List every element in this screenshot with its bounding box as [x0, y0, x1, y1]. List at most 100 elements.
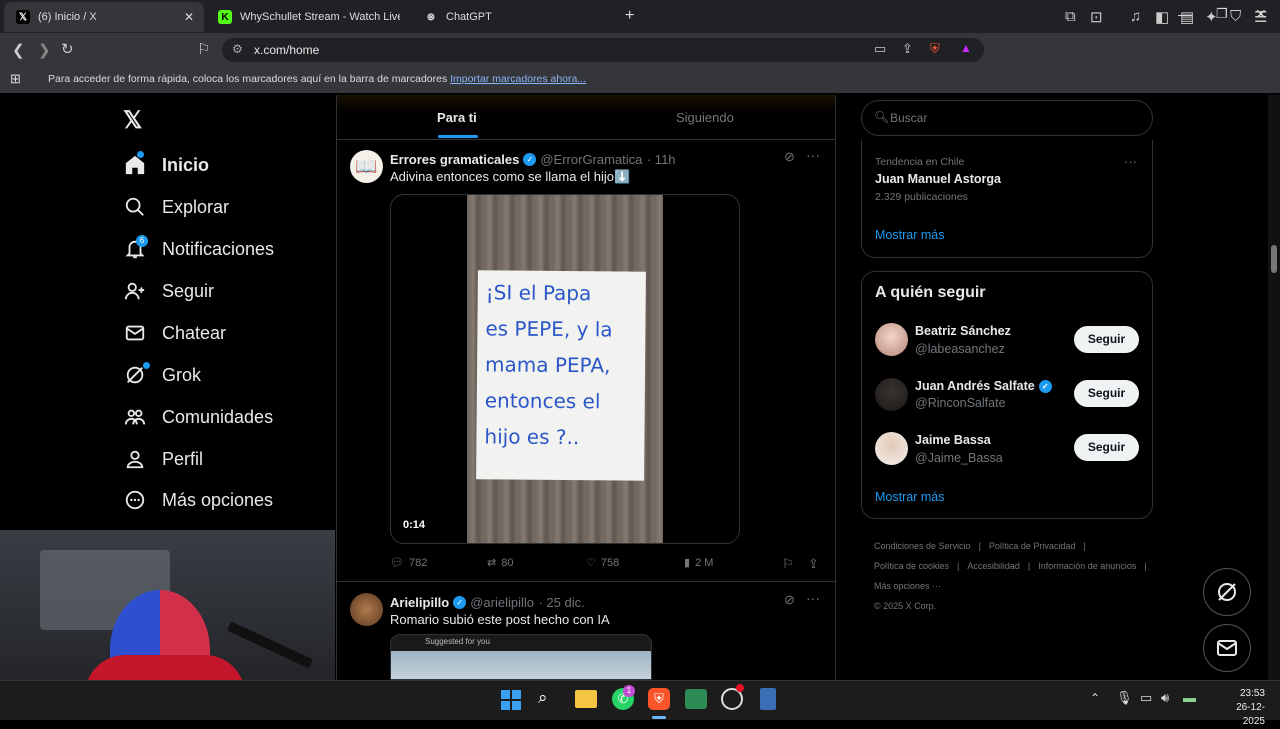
show-more-link[interactable]: Mostrar más: [875, 228, 944, 242]
avatar[interactable]: [350, 593, 383, 626]
sidebar-item-chatear[interactable]: Chatear: [123, 318, 226, 348]
tab-chatgpt[interactable]: ⊛ ChatGPT: [412, 2, 612, 32]
menu-icon[interactable]: ☰: [1254, 8, 1267, 26]
suggestion-name[interactable]: Beatriz Sánchez: [915, 324, 1011, 338]
tweet-time[interactable]: · 25 dic.: [538, 595, 584, 610]
suggestion-name[interactable]: Jaime Bassa: [915, 433, 991, 447]
search-icon[interactable]: ⌕: [538, 688, 548, 708]
author-handle[interactable]: @arielipillo: [470, 595, 534, 610]
suggestion-name[interactable]: Juan Andrés Salfate: [915, 379, 1035, 393]
extensions-icon[interactable]: ⧉: [1065, 8, 1076, 25]
trend-name[interactable]: Juan Manuel Astorga: [875, 172, 1001, 186]
bookmark-tweet-icon[interactable]: ⚐: [782, 556, 794, 572]
bookmark-icon[interactable]: ⚐: [197, 40, 210, 58]
import-bookmarks-link[interactable]: Importar marcadores ahora...: [450, 73, 586, 85]
follow-button[interactable]: Seguir: [1074, 434, 1139, 461]
tab-para-ti[interactable]: Para ti: [437, 110, 477, 125]
more-options-icon[interactable]: ···: [806, 590, 820, 606]
back-icon[interactable]: ❮: [12, 41, 25, 59]
address-bar[interactable]: ⚙ x.com/home ▭ ⇪ ⛨ ▲: [222, 38, 984, 62]
trend-more-icon[interactable]: ···: [1124, 154, 1137, 169]
reply-button[interactable]: 💬︎ 782: [390, 556, 427, 570]
volume-icon[interactable]: 🔊︎: [1161, 690, 1169, 706]
footer-more-options[interactable]: Más opciones ···: [874, 576, 941, 596]
search-box[interactable]: 🔍︎ Buscar: [861, 100, 1153, 136]
network-icon[interactable]: ▭: [1140, 690, 1152, 706]
battery-icon[interactable]: ▬: [1183, 690, 1196, 705]
grok-explain-icon[interactable]: ⊘: [784, 149, 795, 165]
retweet-button[interactable]: ⇄ 80: [487, 556, 513, 570]
windows-start-icon[interactable]: [501, 690, 521, 710]
leo-icon[interactable]: ✦: [1205, 8, 1218, 26]
sidebar-icon[interactable]: ◧: [1155, 8, 1169, 26]
sidebar-item-perfil[interactable]: Perfil: [123, 444, 203, 474]
tab-siguiendo[interactable]: Siguiendo: [676, 110, 734, 125]
sidebar-item-label: Notificaciones: [162, 238, 275, 259]
search-icon: 🔍︎: [874, 110, 890, 124]
grok-explain-icon[interactable]: ⊘: [784, 592, 795, 608]
reload-icon[interactable]: ↻: [61, 40, 74, 58]
cast-icon[interactable]: ▭: [874, 41, 886, 57]
taskbar: ⌕ ✆ 1 ⛨ ⌃ 🎙︎ ▭ 🔊︎ ▬ 23:53 26-12-2025: [0, 680, 1280, 727]
tweet-image[interactable]: Suggested for you: [390, 634, 652, 680]
calculator-icon[interactable]: [760, 688, 776, 710]
close-tab-icon[interactable]: ✕: [184, 10, 194, 24]
footer-cookies[interactable]: Política de cookies: [874, 556, 949, 576]
suggestion-handle[interactable]: @labeasanchez: [915, 342, 1005, 356]
wallet-icon[interactable]: ▤: [1180, 8, 1194, 26]
brave-shield-icon[interactable]: ⛨: [930, 41, 940, 57]
sidebar-item-inicio[interactable]: Inicio: [123, 150, 209, 180]
sidebar-item-explorar[interactable]: Explorar: [123, 192, 229, 222]
author-handle[interactable]: @ErrorGramatica: [540, 152, 642, 167]
chevron-up-icon[interactable]: ⌃: [1090, 691, 1100, 705]
obs-like-app-icon[interactable]: [685, 689, 707, 709]
sidebar-item-mas-opciones[interactable]: Más opciones: [123, 485, 273, 515]
timeline-tabs: Para ti Siguiendo: [336, 95, 836, 140]
avatar[interactable]: [875, 432, 908, 465]
scrollbar[interactable]: [1268, 95, 1280, 680]
file-explorer-icon[interactable]: [575, 690, 597, 708]
tweet-video[interactable]: ¡SI el Papa es PEPE, y la mama PEPA, ent…: [390, 194, 740, 544]
suggestion-handle[interactable]: @RinconSalfate: [915, 396, 1006, 410]
x-logo[interactable]: 𝕏: [123, 106, 142, 135]
screenshot-icon[interactable]: ⊡: [1090, 8, 1103, 26]
footer-privacy[interactable]: Política de Privacidad: [989, 536, 1076, 556]
views-button[interactable]: ▮ 2 M: [684, 556, 713, 570]
new-tab-icon[interactable]: +: [625, 7, 634, 25]
footer-accessibility[interactable]: Accesibilidad: [967, 556, 1020, 576]
footer-ads-info[interactable]: Información de anuncios: [1038, 556, 1136, 576]
follow-button[interactable]: Seguir: [1074, 380, 1139, 407]
sidebar-item-comunidades[interactable]: Comunidades: [123, 402, 273, 432]
messages-float-button[interactable]: [1203, 624, 1251, 672]
share-icon[interactable]: ⇪: [902, 41, 913, 57]
sidebar-item-grok[interactable]: Grok: [123, 360, 201, 390]
author-name[interactable]: Arielipillo: [390, 595, 449, 610]
tab-kick-stream[interactable]: K WhySchullet Stream - Watch Live on: [206, 2, 406, 32]
footer-terms[interactable]: Condiciones de Servicio: [874, 536, 971, 556]
avatar[interactable]: [875, 323, 908, 356]
suggestion-handle[interactable]: @Jaime_Bassa: [915, 451, 1003, 465]
like-button[interactable]: ♡ 758: [586, 556, 619, 570]
avatar[interactable]: [875, 378, 908, 411]
share-tweet-icon[interactable]: ⇪: [808, 556, 819, 572]
follow-button[interactable]: Seguir: [1074, 326, 1139, 353]
clock[interactable]: 23:53 26-12-2025: [1215, 687, 1265, 729]
grok-float-button[interactable]: [1203, 568, 1251, 616]
avatar[interactable]: 📖: [350, 150, 383, 183]
apps-icon[interactable]: ⊞: [10, 71, 21, 87]
microphone-icon[interactable]: 🎙︎: [1116, 690, 1133, 706]
brave-rewards-icon[interactable]: ▲: [960, 41, 972, 55]
forward-icon[interactable]: ❯: [38, 41, 51, 59]
scrollbar-thumb[interactable]: [1271, 245, 1277, 273]
media-icon[interactable]: ♫: [1130, 8, 1141, 25]
author-name[interactable]: Errores gramaticales: [390, 152, 519, 167]
tweet-time[interactable]: · 11h: [647, 152, 676, 167]
site-info-icon[interactable]: ⚙: [232, 42, 243, 56]
more-options-icon[interactable]: ···: [806, 147, 820, 163]
sidebar-item-seguir[interactable]: Seguir: [123, 276, 214, 306]
vpn-icon[interactable]: ⛉: [1230, 8, 1241, 25]
show-more-link[interactable]: Mostrar más: [875, 490, 944, 504]
maximize-icon[interactable]: ❐: [1216, 6, 1228, 22]
brave-browser-icon[interactable]: ⛨: [648, 688, 670, 710]
tab-x-home[interactable]: 𝕏 (6) Inicio / X ✕: [4, 2, 204, 32]
